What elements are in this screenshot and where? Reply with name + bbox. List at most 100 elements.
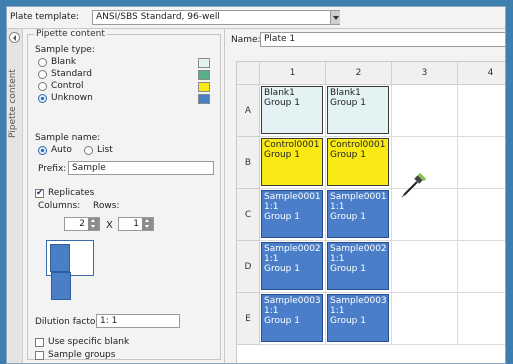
columns-spin-icon[interactable] bbox=[88, 218, 99, 230]
plate-well[interactable]: Sample0002 1:1 Group 1 bbox=[326, 241, 392, 293]
sample-type-radio-standard[interactable] bbox=[38, 70, 47, 79]
list-radio-label: List bbox=[97, 145, 113, 155]
plate-well[interactable]: Control0001 Group 1 bbox=[260, 137, 326, 189]
well-text-line: Sample0002 bbox=[330, 244, 387, 254]
plate-well[interactable] bbox=[458, 241, 505, 293]
plate-well[interactable]: Sample0002 1:1 Group 1 bbox=[260, 241, 326, 293]
sample-type-color-swatch[interactable] bbox=[198, 82, 210, 92]
rows-spin-icon[interactable] bbox=[142, 218, 153, 230]
prefix-input[interactable]: Sample bbox=[68, 161, 214, 175]
column-header[interactable]: 2 bbox=[326, 62, 392, 85]
well-text-line: 1:1 bbox=[264, 202, 279, 212]
plate-well[interactable] bbox=[458, 85, 505, 137]
auto-radio-label: Auto bbox=[51, 145, 72, 155]
row-header[interactable]: D bbox=[237, 241, 260, 293]
well-text-line: Group 1 bbox=[264, 212, 300, 222]
pipette-content-group: Pipette content Sample type: Blank Standa… bbox=[27, 29, 221, 360]
plate-layout-window: Plate template: ANSI/SBS Standard, 96-we… bbox=[6, 6, 506, 364]
plate-name-input[interactable]: Plate 1 bbox=[260, 32, 505, 47]
well-content-unknown: Sample0002 1:1 Group 1 bbox=[327, 242, 389, 290]
well-content-unknown: Sample0001 1:1 Group 1 bbox=[261, 190, 323, 238]
column-header[interactable]: 1 bbox=[260, 62, 326, 85]
sample-type-color-swatch[interactable] bbox=[198, 70, 210, 80]
plate-well[interactable] bbox=[458, 137, 505, 189]
well-text-line: Control0001 bbox=[330, 140, 386, 150]
rows-label: Rows: bbox=[93, 201, 120, 211]
well-content-blank: Blank1 Group 1 bbox=[261, 86, 323, 134]
plate-well[interactable]: Sample0003 1:1 Group 1 bbox=[326, 293, 392, 345]
well-text-line: Control0001 bbox=[264, 140, 320, 150]
collapse-panel-icon[interactable] bbox=[9, 32, 20, 43]
sample-name-label: Sample name: bbox=[35, 133, 101, 143]
sample-type-label-standard: Standard bbox=[51, 69, 92, 79]
sample-type-radio-blank[interactable] bbox=[38, 58, 47, 67]
well-text-line: Sample0001 bbox=[264, 192, 321, 202]
list-radio[interactable] bbox=[84, 146, 93, 155]
plate-well[interactable] bbox=[458, 293, 505, 345]
pipette-content-side-tab[interactable]: Pipette content bbox=[7, 29, 23, 363]
plate-well[interactable]: Sample0003 1:1 Group 1 bbox=[260, 293, 326, 345]
side-tab-label: Pipette content bbox=[8, 69, 18, 139]
columns-stepper[interactable]: 2 bbox=[64, 217, 100, 231]
well-text-line: Sample0003 bbox=[330, 296, 387, 306]
plate-well[interactable]: Control0001 Group 1 bbox=[326, 137, 392, 189]
well-text-line: Group 1 bbox=[264, 316, 300, 326]
grid-corner[interactable] bbox=[237, 62, 260, 85]
prefix-label: Prefix: bbox=[38, 164, 67, 174]
columns-label: Columns: bbox=[38, 201, 81, 211]
plate-well[interactable]: Sample0001 1:1 Group 1 bbox=[326, 189, 392, 241]
plate-well[interactable] bbox=[392, 85, 458, 137]
plate-well[interactable] bbox=[392, 241, 458, 293]
row-header[interactable]: A bbox=[237, 85, 260, 137]
plate-well[interactable]: Sample0001 1:1 Group 1 bbox=[260, 189, 326, 241]
row-header[interactable]: C bbox=[237, 189, 260, 241]
sample-groups-checkbox[interactable] bbox=[35, 351, 44, 360]
sample-type-label-control: Control bbox=[51, 81, 84, 91]
sample-type-radio-control[interactable] bbox=[38, 82, 47, 91]
well-text-line: Group 1 bbox=[264, 98, 300, 108]
replicates-label: Replicates bbox=[48, 188, 95, 198]
plate-well[interactable] bbox=[392, 293, 458, 345]
times-label: X bbox=[106, 220, 113, 231]
sample-type-radio-unknown[interactable] bbox=[38, 94, 47, 103]
well-text-line: Sample0002 bbox=[264, 244, 321, 254]
well-text-line: Group 1 bbox=[264, 264, 300, 274]
well-text-line: 1:1 bbox=[330, 306, 345, 316]
well-text-line: Group 1 bbox=[264, 150, 300, 160]
sample-type-label-blank: Blank bbox=[51, 57, 77, 67]
auto-radio[interactable] bbox=[38, 146, 47, 155]
dilution-factor-label: Dilution factor: bbox=[35, 317, 102, 327]
well-text-line: Blank1 bbox=[264, 88, 295, 98]
rows-stepper[interactable]: 1 bbox=[118, 217, 154, 231]
well-text-line: 1:1 bbox=[264, 306, 279, 316]
sample-type-color-swatch[interactable] bbox=[198, 94, 210, 104]
plate-template-select[interactable]: ANSI/SBS Standard, 96-well bbox=[92, 10, 340, 25]
row-header[interactable]: E bbox=[237, 293, 260, 345]
column-header[interactable]: 4 bbox=[458, 62, 505, 85]
plate-panel: Name: Plate 1 Blank1 Group 1 Blank1 Group 1… bbox=[226, 29, 505, 363]
replicates-checkbox[interactable] bbox=[35, 188, 44, 198]
plate-grid: Blank1 Group 1 Blank1 Group 1 Control0001 Gro… bbox=[236, 61, 505, 363]
column-header[interactable]: 3 bbox=[392, 62, 458, 85]
plate-name-label: Name: bbox=[231, 35, 261, 45]
well-text-line: Blank1 bbox=[330, 88, 361, 98]
plate-well[interactable]: Blank1 Group 1 bbox=[260, 85, 326, 137]
well-content-unknown: Sample0002 1:1 Group 1 bbox=[261, 242, 323, 290]
well-text-line: Group 1 bbox=[330, 264, 366, 274]
sample-type-color-swatch[interactable] bbox=[198, 58, 210, 68]
use-specific-blank-checkbox[interactable] bbox=[35, 338, 44, 347]
plate-well[interactable] bbox=[458, 189, 505, 241]
well-content-blank: Blank1 Group 1 bbox=[327, 86, 389, 134]
dilution-factor-input[interactable]: 1: 1 bbox=[96, 314, 180, 328]
well-content-unknown: Sample0003 1:1 Group 1 bbox=[261, 294, 323, 342]
use-specific-blank-label: Use specific blank bbox=[48, 337, 130, 347]
sample-groups-label: Sample groups bbox=[48, 350, 116, 360]
plate-well[interactable]: Blank1 Group 1 bbox=[326, 85, 392, 137]
well-text-line: Sample0003 bbox=[264, 296, 321, 306]
replicate-preview-cell bbox=[51, 272, 71, 300]
columns-value: 2 bbox=[79, 219, 85, 229]
well-content-control: Control0001 Group 1 bbox=[261, 138, 323, 186]
chevron-down-icon[interactable] bbox=[330, 10, 340, 25]
row-header[interactable]: B bbox=[237, 137, 260, 189]
well-text-line: 1:1 bbox=[330, 202, 345, 212]
